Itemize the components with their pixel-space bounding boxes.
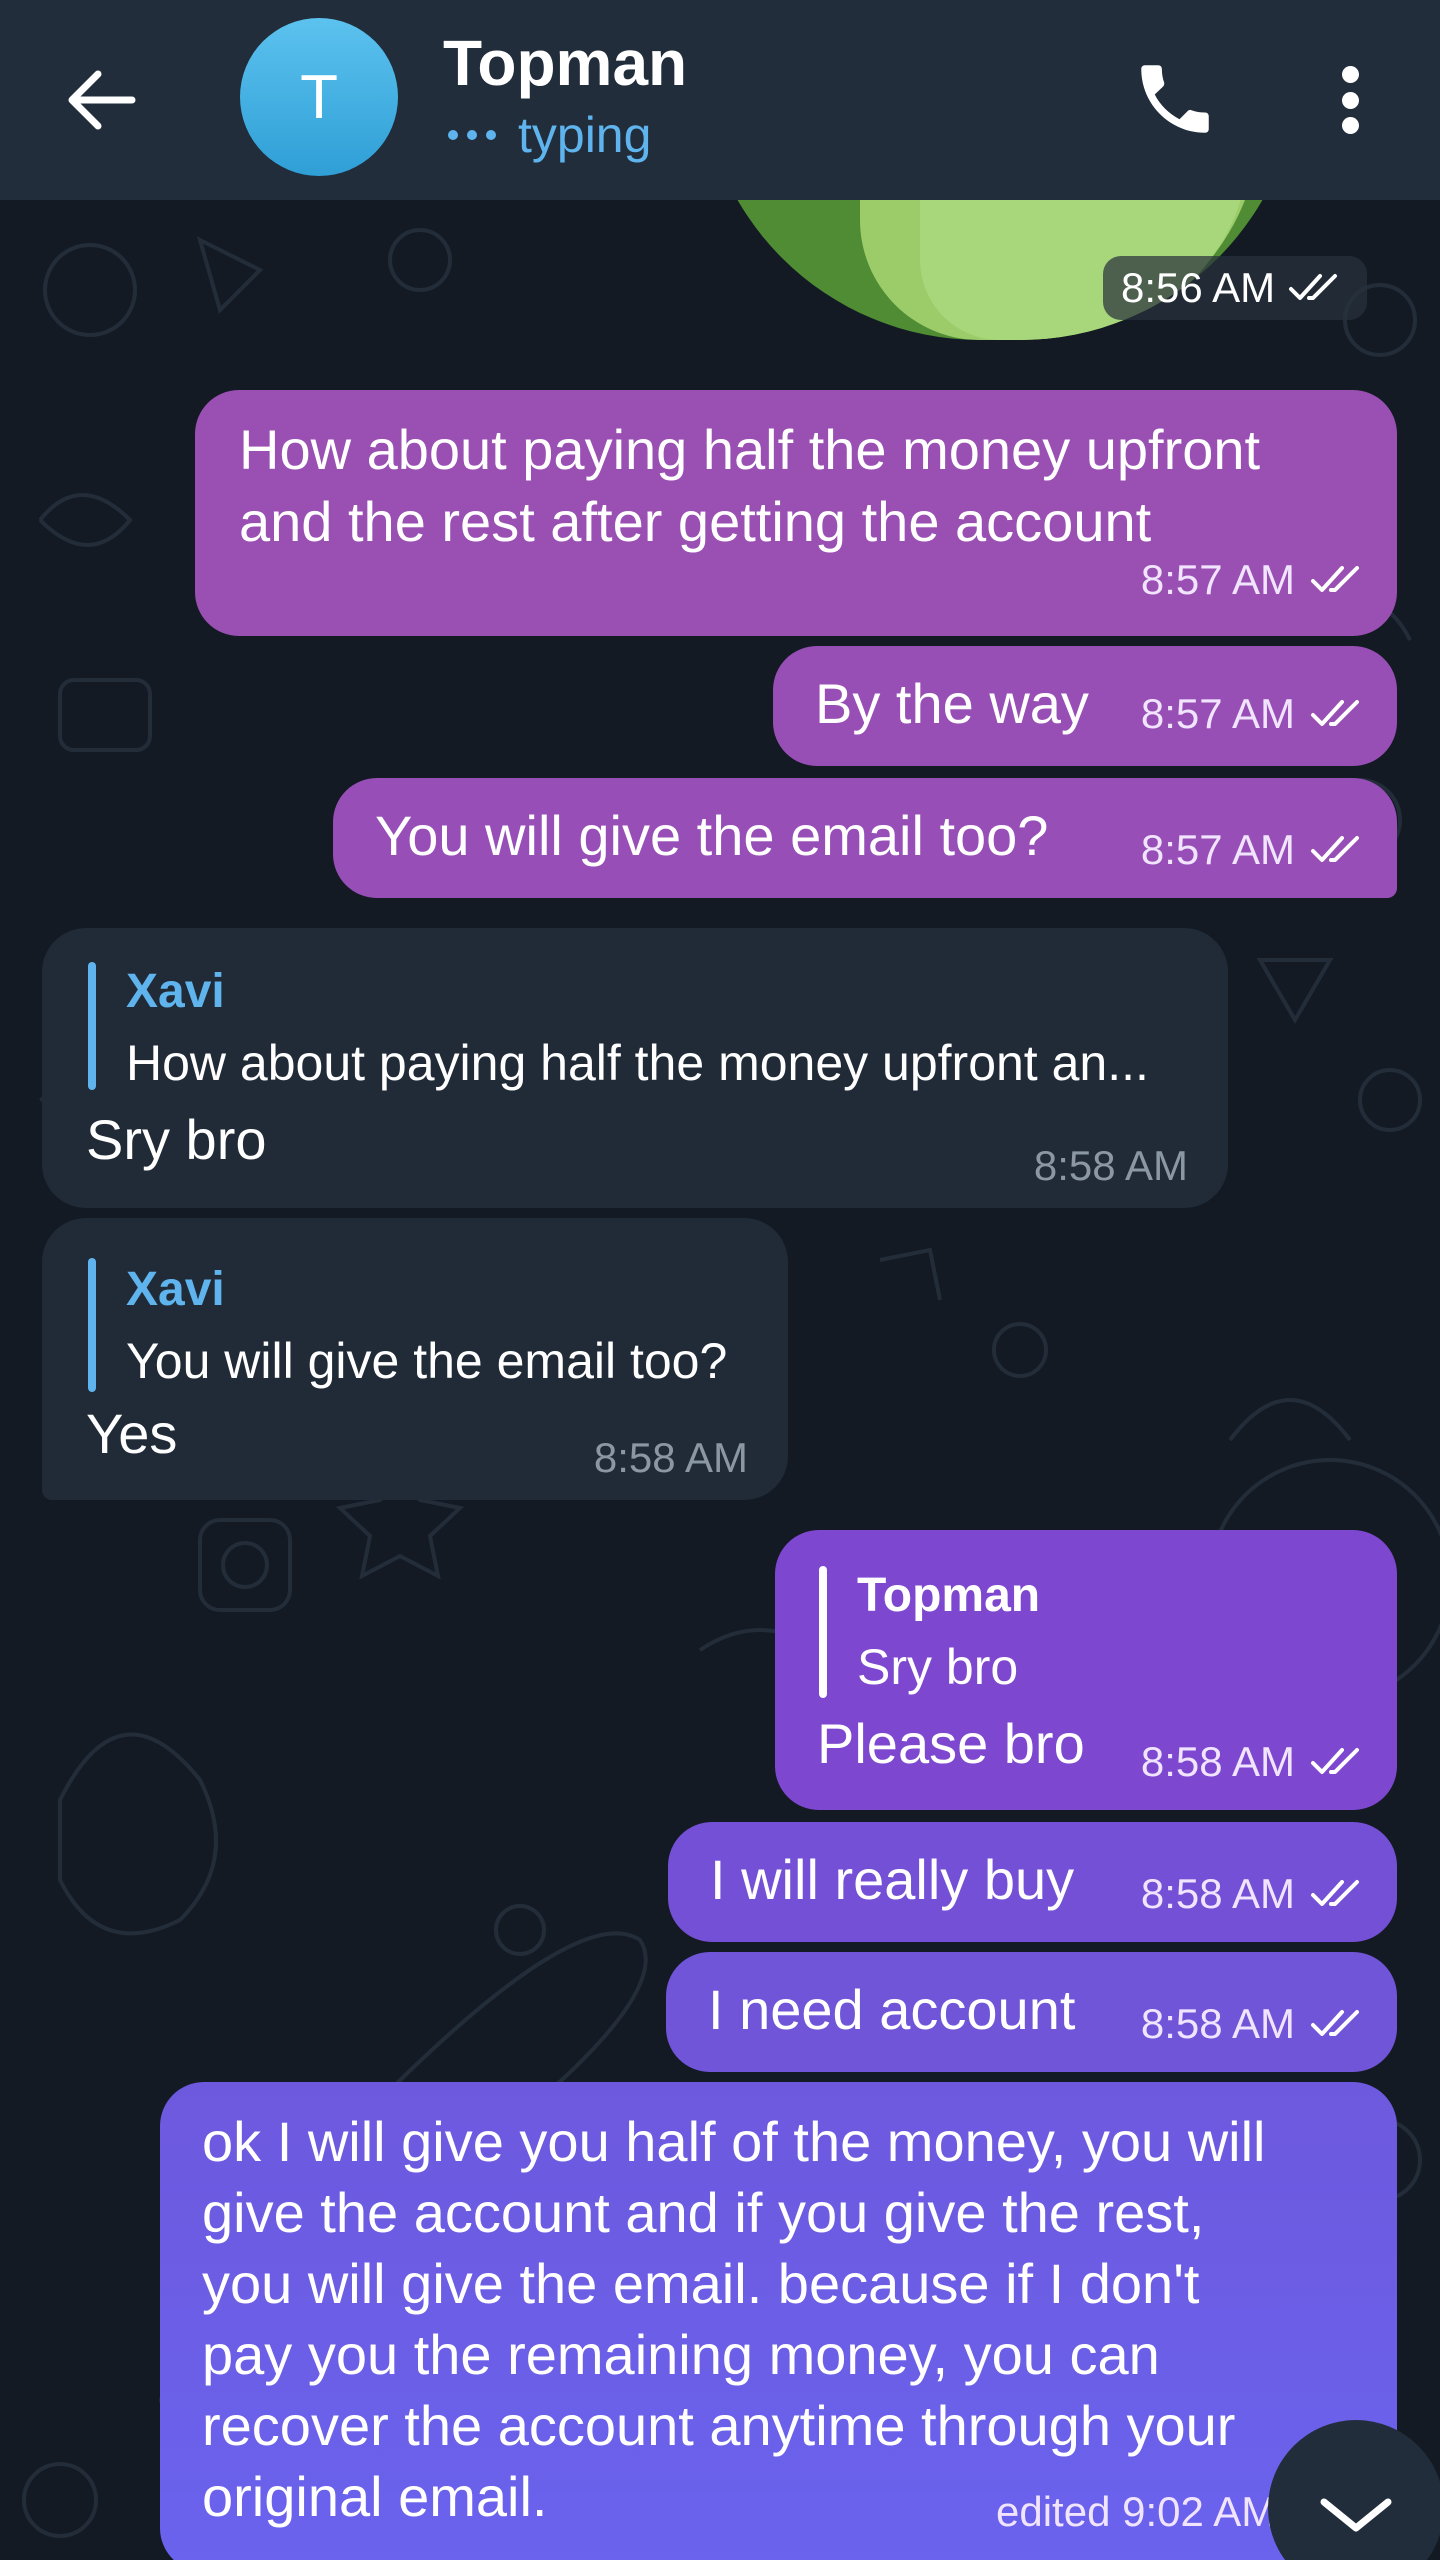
message-time: edited 9:02 AM	[996, 2488, 1277, 2535]
more-menu-button[interactable]	[1330, 58, 1370, 142]
message-text: Yes	[86, 1402, 178, 1465]
incoming-message[interactable]: Xavi How about paying half the money upf…	[42, 928, 1228, 1208]
sticker-timestamp: 8:56 AM	[1103, 256, 1368, 320]
message-text: I need account	[708, 1978, 1076, 2041]
message-text: Please bro	[817, 1712, 1085, 1775]
message-time: 8:58 AM	[593, 1434, 748, 1481]
message-text-line: and the rest after getting the account	[239, 490, 1152, 553]
message-meta: 8:57 AM	[1141, 556, 1371, 604]
double-check-icon	[1311, 700, 1359, 726]
message-time: 8:57 AM	[1140, 690, 1295, 737]
scroll-to-bottom-button[interactable]	[1268, 2420, 1440, 2560]
reply-bar	[819, 1566, 827, 1698]
message-time: 8:58 AM	[1140, 2000, 1295, 2047]
chat-header: T Topman typing	[0, 0, 1440, 200]
message-meta: 8:58 AM	[1141, 1870, 1371, 1918]
sticker-time-text: 8:56 AM	[1121, 264, 1276, 311]
reply-author: Xavi	[126, 1263, 225, 1316]
message-text: By the way	[815, 672, 1089, 735]
message-meta: 8:57 AM	[1141, 690, 1371, 738]
phone-icon	[1141, 65, 1209, 133]
double-check-icon	[1311, 1748, 1359, 1774]
reply-bar	[88, 1258, 96, 1392]
message-text-line: How about paying half the money upfront	[239, 418, 1261, 481]
typing-status: typing	[448, 106, 651, 164]
double-check-icon	[1311, 1880, 1359, 1906]
message-text-line: give the account and if you give the res…	[202, 2181, 1205, 2244]
double-check-icon	[1311, 836, 1359, 862]
message-time: 8:58 AM	[1140, 1738, 1295, 1785]
message-meta: 8:58 AM	[1141, 2000, 1371, 2048]
reply-preview[interactable]: Sry bro	[857, 1638, 1018, 1696]
outgoing-message[interactable]: I will really buy 8:58 AM	[668, 1822, 1397, 1942]
avatar-letter: T	[300, 62, 338, 132]
reply-preview[interactable]: You will give the email too?	[126, 1332, 727, 1390]
outgoing-message[interactable]: Topman Sry bro Please bro 8:58 AM	[775, 1530, 1397, 1810]
chevron-down-icon	[1320, 2498, 1392, 2532]
message-time: 8:58 AM	[1140, 1870, 1295, 1917]
message-meta: 8:57 AM	[1141, 826, 1371, 874]
arrow-left-icon	[68, 70, 136, 130]
message-text-line: ok I will give you half of the money, yo…	[202, 2110, 1266, 2173]
outgoing-message[interactable]: By the way 8:57 AM	[773, 646, 1397, 766]
outgoing-message[interactable]: I need account 8:58 AM	[666, 1952, 1397, 2072]
message-text-line: recover the account anytime through your	[202, 2394, 1236, 2457]
outgoing-message[interactable]: You will give the email too? 8:57 AM	[333, 778, 1397, 898]
message-text-line: original email.	[202, 2465, 548, 2528]
contact-name[interactable]: Topman	[443, 26, 687, 100]
message-list[interactable]: 8:56 AM How about paying half the money …	[0, 200, 1440, 2560]
message-time: 8:58 AM	[1033, 1142, 1188, 1189]
incoming-message[interactable]: Xavi You will give the email too? Yes 8:…	[42, 1218, 788, 1500]
reply-author: Topman	[857, 1569, 1041, 1622]
message-text: Sry bro	[86, 1108, 267, 1171]
double-check-icon	[1289, 274, 1338, 300]
double-check-icon	[1311, 2010, 1359, 2036]
double-check-icon	[1311, 566, 1359, 592]
message-text: I will really buy	[710, 1848, 1075, 1911]
message-time: 8:57 AM	[1140, 826, 1295, 873]
reply-preview[interactable]: How about paying half the money upfront …	[126, 1034, 1149, 1092]
outgoing-message[interactable]: How about paying half the money upfront …	[195, 390, 1397, 636]
outgoing-message[interactable]: ok I will give you half of the money, yo…	[160, 2082, 1397, 2560]
call-button[interactable]	[1130, 54, 1220, 144]
message-text: You will give the email too?	[375, 804, 1049, 867]
avatar[interactable]: T	[240, 18, 398, 176]
back-button[interactable]	[60, 58, 144, 142]
message-text-line: pay you the remaining money, you can	[202, 2323, 1160, 2386]
typing-dots-icon	[448, 130, 496, 140]
more-vertical-icon	[1341, 66, 1359, 83]
reply-bar	[88, 962, 96, 1090]
status-text: typing	[518, 107, 652, 163]
message-meta: 8:58 AM	[1141, 1738, 1371, 1786]
message-time: 8:57 AM	[1140, 556, 1295, 603]
message-text-line: you will give the email. because if I do…	[202, 2252, 1200, 2315]
reply-author: Xavi	[126, 965, 225, 1018]
